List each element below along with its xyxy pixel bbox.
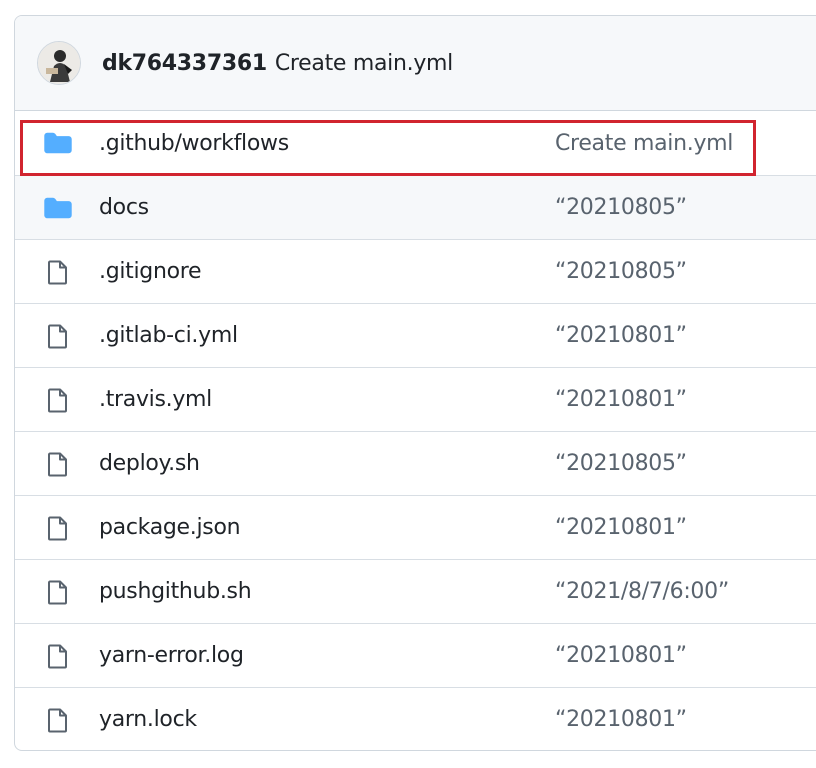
file-icon	[43, 705, 73, 735]
file-commit-message[interactable]: Create main.yml	[555, 131, 733, 156]
file-row[interactable]: .travis.yml “20210801”	[15, 367, 816, 431]
file-icon	[43, 257, 73, 287]
author-avatar[interactable]	[37, 41, 81, 85]
file-commit-message[interactable]: “2021/8/7/6:00”	[555, 579, 729, 604]
folder-icon	[43, 193, 73, 223]
file-name-link[interactable]: deploy.sh	[99, 451, 200, 476]
file-commit-message[interactable]: “20210801”	[555, 515, 687, 540]
file-row[interactable]: .gitlab-ci.yml “20210801”	[15, 303, 816, 367]
file-name-link[interactable]: pushgithub.sh	[99, 579, 252, 604]
file-name-link[interactable]: yarn-error.log	[99, 643, 244, 668]
file-name-link[interactable]: .travis.yml	[99, 387, 212, 412]
file-commit-message[interactable]: “20210805”	[555, 451, 687, 476]
file-row[interactable]: pushgithub.sh “2021/8/7/6:00”	[15, 559, 816, 623]
file-name-link[interactable]: .gitlab-ci.yml	[99, 323, 238, 348]
file-name-link[interactable]: .github/workflows	[99, 131, 289, 156]
file-icon	[43, 513, 73, 543]
file-commit-message[interactable]: “20210805”	[555, 195, 687, 220]
file-name-link[interactable]: yarn.lock	[99, 707, 197, 732]
file-row[interactable]: package.json “20210801”	[15, 495, 816, 559]
file-rows: .github/workflows Create main.yml docs “…	[15, 111, 816, 750]
file-icon	[43, 385, 73, 415]
file-row[interactable]: yarn.lock “20210801”	[15, 687, 816, 750]
folder-icon	[43, 128, 73, 158]
file-commit-message[interactable]: “20210801”	[555, 387, 687, 412]
file-icon	[43, 449, 73, 479]
file-name-link[interactable]: package.json	[99, 515, 241, 540]
file-commit-message[interactable]: “20210801”	[555, 643, 687, 668]
file-row[interactable]: yarn-error.log “20210801”	[15, 623, 816, 687]
file-name-link[interactable]: docs	[99, 195, 149, 220]
file-row[interactable]: deploy.sh “20210805”	[15, 431, 816, 495]
file-icon	[43, 577, 73, 607]
file-icon	[43, 321, 73, 351]
file-name-link[interactable]: .gitignore	[99, 259, 202, 284]
file-row[interactable]: .gitignore “20210805”	[15, 239, 816, 303]
file-commit-message[interactable]: “20210801”	[555, 323, 687, 348]
file-row[interactable]: .github/workflows Create main.yml	[15, 111, 816, 175]
commit-message[interactable]: Create main.yml	[275, 51, 453, 76]
file-list-box: dk764337361 Create main.yml .github/work…	[14, 15, 816, 751]
file-commit-message[interactable]: “20210801”	[555, 707, 687, 732]
commit-author[interactable]: dk764337361	[102, 51, 267, 76]
file-row[interactable]: docs “20210805”	[15, 175, 816, 239]
file-icon	[43, 641, 73, 671]
latest-commit-header: dk764337361 Create main.yml	[15, 16, 816, 111]
file-commit-message[interactable]: “20210805”	[555, 259, 687, 284]
